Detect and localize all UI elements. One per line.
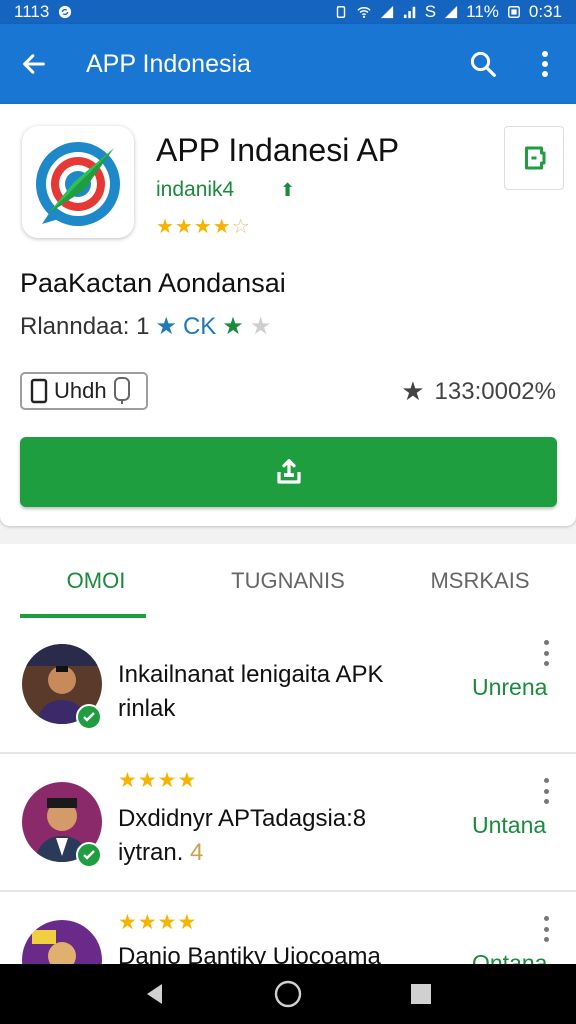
- item-stars: ★★★★: [118, 769, 198, 792]
- item-action-button[interactable]: Ontana: [472, 950, 547, 964]
- compass-logo-icon: [36, 142, 120, 226]
- phone-icon: [30, 378, 48, 404]
- more-vert-icon[interactable]: [538, 778, 554, 804]
- status-time: 1113: [14, 2, 50, 21]
- avatar: [22, 920, 102, 964]
- more-vert-icon[interactable]: [538, 640, 554, 666]
- arrow-back-icon: [23, 54, 45, 74]
- item-title-line2: iytran. 4: [118, 836, 448, 870]
- overflow-menu-button[interactable]: [514, 24, 576, 104]
- nav-home-icon[interactable]: [273, 979, 303, 1009]
- item-action-button[interactable]: Unrena: [472, 674, 547, 701]
- list-item[interactable]: ★★★★ Danio Bantiky Uiocoama Ontana: [0, 894, 576, 964]
- system-nav-bar: [0, 964, 576, 1024]
- nav-back-icon[interactable]: [142, 981, 168, 1007]
- list-item[interactable]: ★★★★ Dxdidnyr APTadagsia:8 iytran. 4 Unt…: [0, 756, 576, 892]
- item-title: Inkailnanat lenigaita APK rinlak: [118, 658, 448, 726]
- item-stars: ★★★★: [118, 911, 198, 934]
- top-developer-icon: ⬆: [280, 180, 296, 200]
- download-icon: [276, 459, 301, 484]
- signal-bars-icon: [403, 6, 416, 19]
- tab-msrkais[interactable]: MSRKAIS: [384, 544, 576, 618]
- nav-recents-icon[interactable]: [408, 981, 434, 1007]
- item-title-line2: rinlak: [118, 695, 176, 722]
- app-name: APP Indanesi AP: [156, 132, 400, 168]
- list-item[interactable]: Inkailnanat lenigaita APK rinlak Unrena: [0, 618, 576, 754]
- blue-star-icon: ★: [155, 313, 177, 340]
- install-button[interactable]: [20, 437, 557, 507]
- signal-icon: [380, 5, 393, 19]
- app-subtitle: PaaKactan Aondansai: [20, 268, 286, 298]
- item-title-line1: Danio Bantiky Uiocoama: [118, 943, 381, 964]
- star-icon: ★: [401, 376, 425, 406]
- verified-icon: [76, 704, 102, 730]
- more-vert-icon[interactable]: [538, 916, 554, 942]
- signal-icon-2: [445, 5, 458, 19]
- battery-percent: 11%: [466, 2, 499, 21]
- rating-suffix: CK: [182, 312, 217, 340]
- app-list: Inkailnanat lenigaita APK rinlak Unrena …: [0, 618, 576, 964]
- phone-outline-icon: [113, 377, 130, 404]
- app-logo: [22, 126, 134, 238]
- app-details-card: APP Indanesi AP indanik4 ⬆ ★★★★☆ PaaKact…: [0, 104, 576, 526]
- back-button[interactable]: [0, 24, 68, 104]
- verified-icon: [76, 842, 102, 868]
- wishlist-button[interactable]: [504, 126, 564, 190]
- item-title: Danio Bantiky Uiocoama: [118, 940, 448, 964]
- green-star-icon: ★: [222, 313, 244, 340]
- developer-link[interactable]: indanik4: [156, 178, 234, 202]
- more-vert-icon: [542, 51, 548, 77]
- sync-icon: [59, 5, 72, 19]
- tab-omoi[interactable]: OMOI: [0, 544, 192, 618]
- item-subtitle: iytran.: [118, 839, 184, 866]
- item-title-line1: Dxdidnyr APTadagsia:8: [118, 805, 367, 832]
- search-button[interactable]: [452, 24, 514, 104]
- device-label: Uhdh: [54, 378, 107, 403]
- carrier-label: S: [424, 2, 437, 21]
- wifi-icon: [357, 7, 371, 18]
- grey-star-icon: ★: [249, 313, 272, 340]
- clock-right: 0:31: [528, 2, 562, 21]
- tab-bar: OMOI TUGNANIS MSRKAIS: [0, 544, 576, 618]
- item-title-line1: Inkailnanat lenigaita APK: [118, 661, 384, 688]
- score-value: 133:0002%: [434, 377, 556, 405]
- rating-label: Rlanndaa: 1: [20, 312, 150, 340]
- vibrate-icon: [336, 6, 345, 18]
- battery-icon: [507, 6, 520, 18]
- device-compatibility-chip[interactable]: Uhdh: [20, 372, 148, 410]
- rating-row: Rlanndaa: 1 ★ CK ★ ★: [20, 312, 271, 341]
- app-bar: APP Indonesia: [0, 24, 576, 104]
- wishlist-icon: [525, 146, 546, 170]
- item-subtitle-extra: 4: [190, 839, 204, 866]
- status-bar: 1113 S 11% 0:31: [0, 0, 576, 24]
- tab-tugnanis[interactable]: TUGNANIS: [192, 544, 384, 618]
- item-action-button[interactable]: Untana: [472, 812, 546, 839]
- app-rating-stars: ★★★★☆: [156, 216, 251, 238]
- app-bar-title: APP Indonesia: [86, 49, 251, 78]
- search-icon: [470, 51, 496, 77]
- score-info: ★ 133:0002%: [401, 376, 556, 407]
- item-title: Dxdidnyr APTadagsia:8 iytran. 4: [118, 802, 448, 870]
